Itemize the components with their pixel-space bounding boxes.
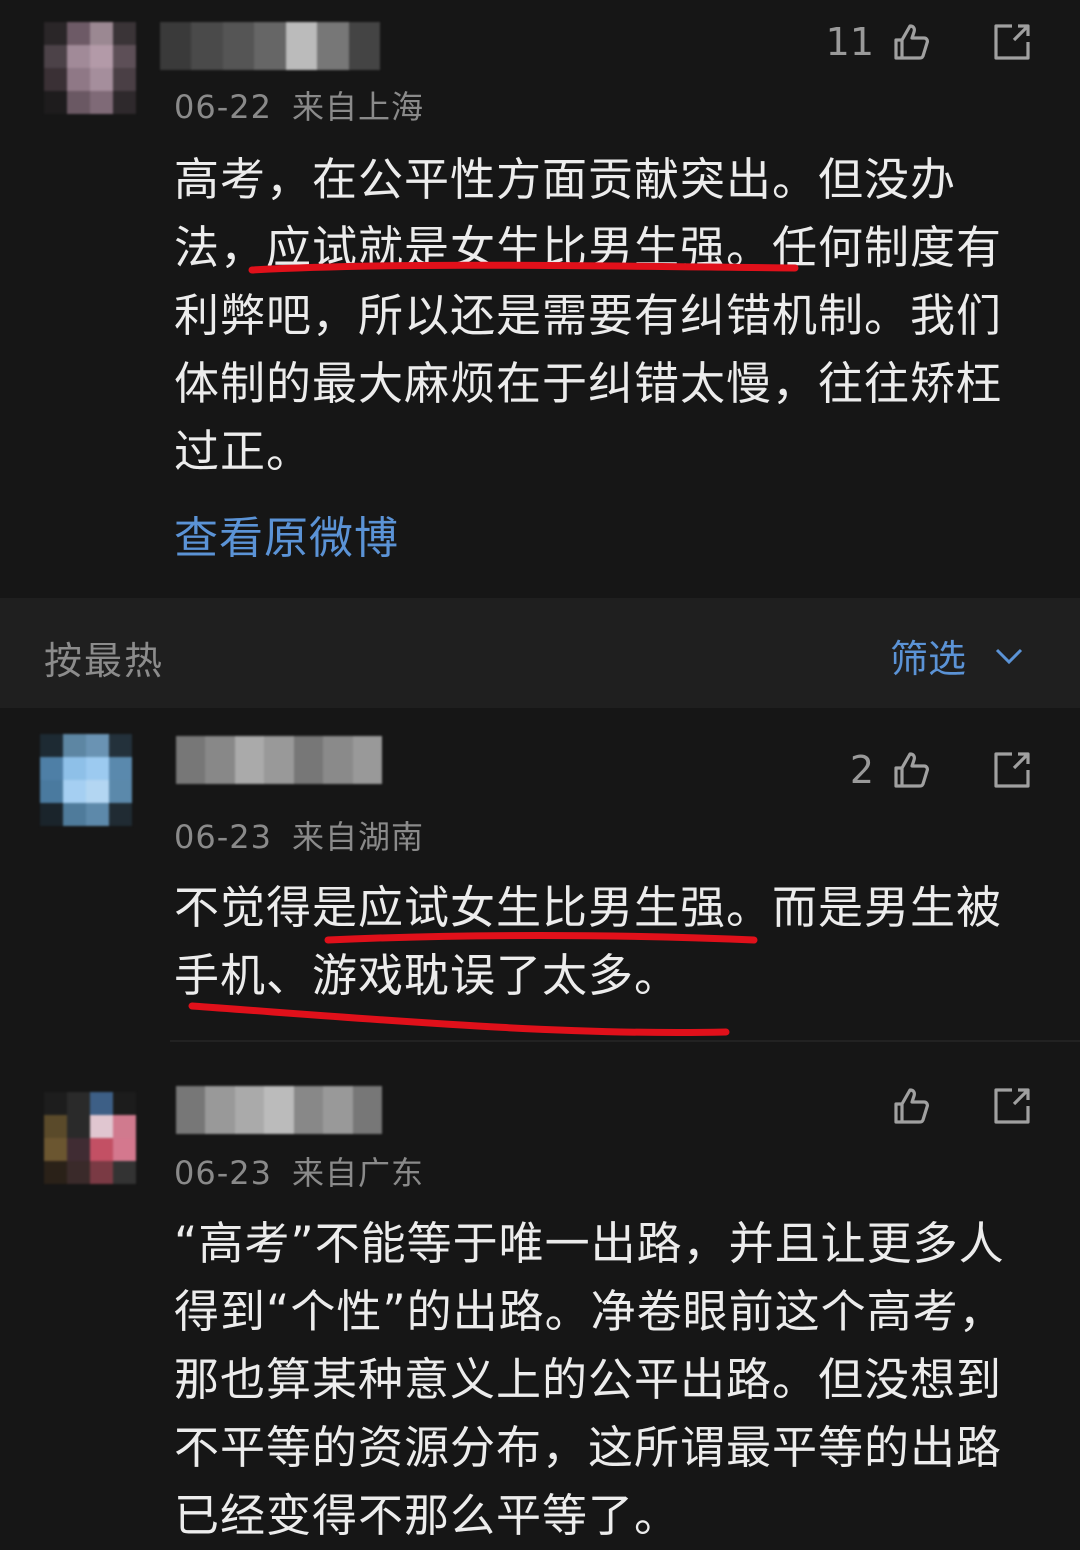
filter-button[interactable]: 筛选 bbox=[890, 628, 1026, 683]
comment-meta: 06-23 来自湖南 bbox=[174, 812, 424, 858]
comment-meta: 06-23 来自广东 bbox=[174, 1148, 424, 1194]
filter-label: 筛选 bbox=[889, 637, 966, 681]
avatar[interactable] bbox=[40, 734, 132, 826]
share-icon[interactable] bbox=[990, 748, 1034, 792]
comment-actions bbox=[874, 1084, 1034, 1128]
share-icon[interactable] bbox=[990, 1084, 1034, 1128]
thumbs-up-icon bbox=[894, 1088, 929, 1124]
comment-actions: 11 bbox=[826, 20, 1034, 64]
comment-card: 06-23 来自广东 “高考”不能等于唯一出路，并且让更多人得到“个性”的出路。净… bbox=[0, 1044, 1080, 1548]
like-button[interactable]: 11 bbox=[826, 20, 932, 64]
comment-text: 高考，在公平性方面贡献突出。但没办法，应试就是女生比男生强。任何制度有利弊吧，所… bbox=[174, 153, 1003, 478]
like-button[interactable] bbox=[874, 1084, 932, 1128]
thumbs-up-icon bbox=[894, 24, 929, 60]
comment-date: 06-23 bbox=[174, 1154, 272, 1192]
comment-location: 来自广东 bbox=[291, 1154, 424, 1192]
comment-location: 来自上海 bbox=[291, 88, 424, 126]
comment-actions: 2 bbox=[850, 748, 1034, 792]
comment-card: 06-23 来自湖南 2 不觉得是应试女生比男生强。而是男生被手机、游戏耽误了太多… bbox=[0, 708, 1080, 1038]
share-icon[interactable] bbox=[990, 20, 1034, 64]
view-original-link[interactable]: 查看原微博 bbox=[174, 502, 399, 566]
comment-text: 不觉得是应试女生比男生强。而是男生被手机、游戏耽误了太多。 bbox=[174, 881, 1003, 1002]
like-count: 2 bbox=[849, 748, 874, 792]
sort-hot-label[interactable]: 按最热 bbox=[44, 630, 164, 685]
avatar[interactable] bbox=[44, 22, 136, 114]
like-count: 11 bbox=[825, 20, 874, 64]
comment-card: 06-22 来自上海 11 高考，在公平性方面贡献突出。但没办法，应试就是女生比男… bbox=[0, 0, 1080, 598]
thumbs-up-icon bbox=[894, 752, 929, 788]
avatar[interactable] bbox=[44, 1092, 136, 1184]
like-button[interactable]: 2 bbox=[850, 748, 932, 792]
comment-location: 来自湖南 bbox=[291, 818, 424, 856]
username-redacted[interactable] bbox=[160, 22, 380, 70]
divider bbox=[170, 1040, 1080, 1042]
comment-meta: 06-22 来自上海 bbox=[174, 82, 424, 128]
username-redacted[interactable] bbox=[176, 736, 382, 784]
comment-date: 06-22 bbox=[174, 88, 272, 126]
username-redacted[interactable] bbox=[176, 1086, 382, 1134]
comment-text: “高考”不能等于唯一出路，并且让更多人得到“个性”的出路。净卷眼前这个高考，那也… bbox=[174, 1217, 1005, 1542]
chevron-down-icon bbox=[995, 648, 1023, 664]
comment-date: 06-23 bbox=[174, 818, 272, 856]
